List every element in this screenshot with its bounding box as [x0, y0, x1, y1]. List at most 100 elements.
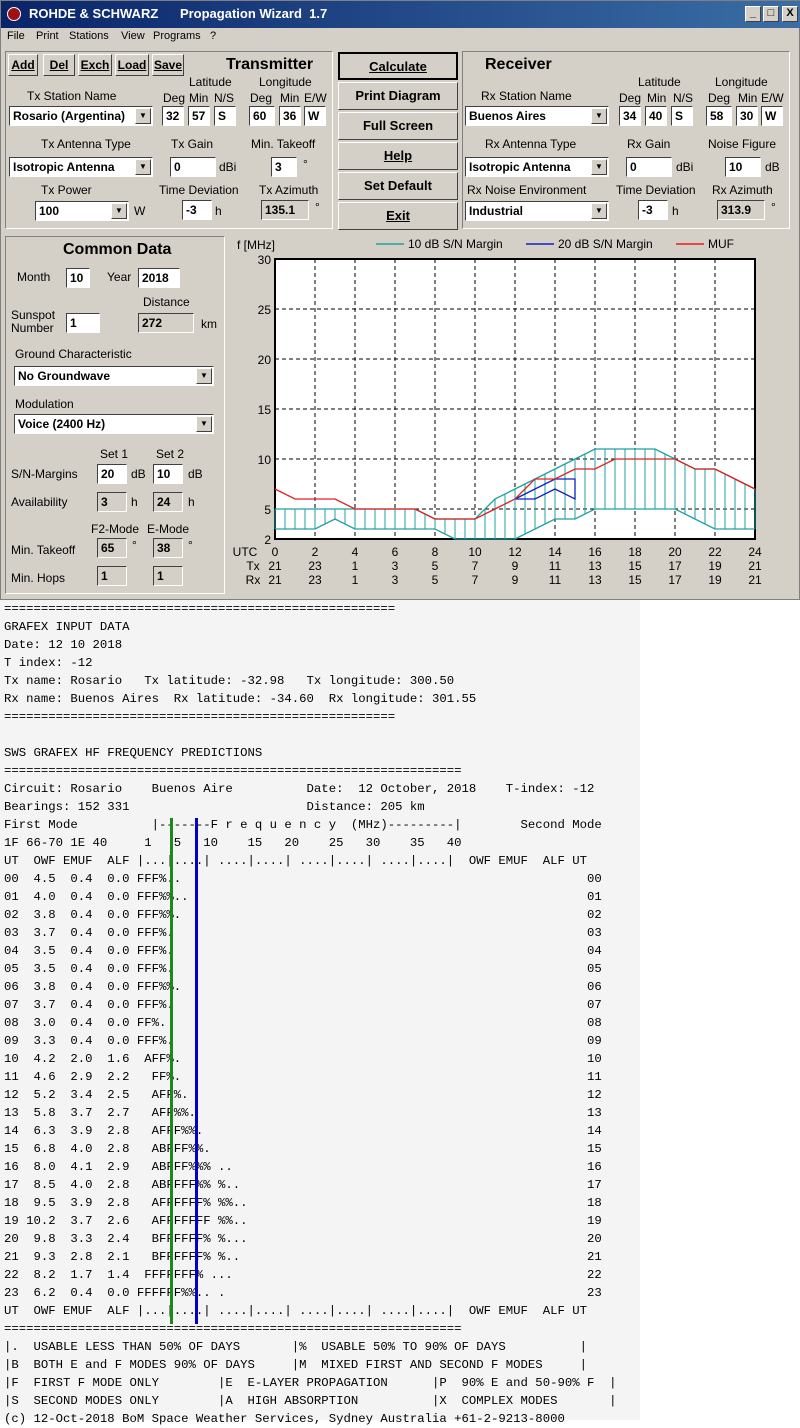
sn2-unit: dB — [188, 467, 203, 481]
full-screen-button[interactable]: Full Screen — [338, 112, 458, 140]
legend-label: MUF — [708, 237, 734, 251]
month-input[interactable]: 10 — [66, 268, 90, 288]
grafex-report-text: ========================================… — [4, 600, 617, 1428]
rx-timedev-input[interactable]: -3 — [638, 200, 668, 220]
report-line: SWS GRAFEX HF FREQUENCY PREDICTIONS — [4, 746, 263, 760]
calculate-button[interactable]: Calculate — [338, 52, 458, 80]
tx-latitude-label: Latitude — [189, 75, 232, 89]
sn-margin-set2-input[interactable]: 10 — [153, 464, 183, 484]
x-tick-tx: 11 — [549, 559, 562, 573]
menu-programs[interactable]: Programs — [153, 30, 201, 42]
chevron-down-icon[interactable]: ▼ — [135, 108, 151, 124]
tx-lon-deg-input[interactable]: 60 — [249, 106, 275, 126]
close-button[interactable]: X — [782, 6, 798, 22]
report-line: 1F 66-70 1E 40 1 5 10 15 20 25 30 35 40 — [4, 836, 462, 850]
rx-gain-input[interactable]: 0 — [626, 157, 672, 177]
rx-station-dropdown[interactable]: Buenos Aires ▼ — [465, 106, 609, 126]
x-tick-tx: 7 — [472, 559, 479, 573]
propagation-chart: 302520151052f [MHz]UTCTxRx02121223234116… — [233, 237, 762, 587]
chevron-down-icon[interactable]: ▼ — [196, 416, 212, 432]
x-row-utc-label: UTC — [233, 545, 258, 559]
chevron-down-icon[interactable]: ▼ — [111, 203, 127, 219]
y-tick-label: 10 — [258, 453, 272, 467]
minimize-button[interactable]: _ — [745, 6, 761, 22]
set-default-button[interactable]: Set Default — [338, 172, 458, 200]
rx-antenna-value: Isotropic Antenna — [469, 160, 571, 174]
rx-noise-unit: dB — [765, 160, 780, 174]
ground-dropdown[interactable]: No Groundwave ▼ — [14, 366, 214, 386]
menu-view[interactable]: View — [121, 30, 145, 42]
rx-azimuth-value: 313.9 — [717, 200, 765, 220]
tx-ew-input[interactable]: W — [304, 106, 326, 126]
chevron-down-icon[interactable]: ▼ — [591, 203, 607, 219]
rx-antenna-dropdown[interactable]: Isotropic Antenna ▼ — [465, 157, 609, 177]
rx-lat-deg-input[interactable]: 34 — [619, 106, 641, 126]
x-tick-utc: 24 — [748, 545, 762, 559]
maximize-button[interactable]: □ — [763, 6, 779, 22]
tx-power-dropdown[interactable]: 100 ▼ — [35, 201, 129, 221]
exit-button[interactable]: Exit — [338, 202, 458, 230]
availability-label: Availability — [11, 495, 68, 509]
tx-station-dropdown[interactable]: Rosario (Argentina) ▼ — [9, 106, 153, 126]
report-line: 02 3.8 0.4 0.0 FFF%%. 02 — [4, 908, 602, 922]
tx-lon-deg-label: Deg — [250, 91, 273, 105]
distance-value: 272 — [138, 313, 194, 333]
sn-margin-set1-input[interactable]: 20 — [97, 464, 127, 484]
tx-lat-min-input[interactable]: 57 — [188, 106, 210, 126]
x-tick-utc: 18 — [628, 545, 642, 559]
exchange-button[interactable]: Exch — [78, 54, 112, 76]
f2-hops-value: 1 — [97, 566, 127, 586]
report-line: 18 9.5 3.9 2.8 AFFFFFF% %%.. 18 — [4, 1196, 602, 1210]
menu-help[interactable]: ? — [210, 30, 216, 42]
tx-gain-input[interactable]: 0 — [170, 157, 216, 177]
delete-button[interactable]: Del — [43, 54, 75, 76]
tx-azimuth-value: 135.1 — [261, 200, 309, 220]
distance-unit: km — [201, 317, 217, 331]
tx-power-unit: W — [134, 204, 146, 218]
rx-env-dropdown[interactable]: Industrial ▼ — [465, 201, 609, 221]
rx-latitude-label: Latitude — [638, 75, 681, 89]
sunspot-input[interactable]: 1 — [66, 313, 100, 333]
add-button[interactable]: Add — [8, 54, 38, 76]
tx-antenna-dropdown[interactable]: Isotropic Antenna ▼ — [9, 157, 153, 177]
y-axis-label: f [MHz] — [237, 238, 275, 252]
tx-takeoff-input[interactable]: 3 — [271, 157, 297, 177]
rx-longitude-label: Longitude — [715, 75, 768, 89]
chevron-down-icon[interactable]: ▼ — [196, 368, 212, 384]
rx-ns-input[interactable]: S — [671, 106, 693, 126]
help-button[interactable]: Help — [338, 142, 458, 170]
menu-print[interactable]: Print — [36, 30, 59, 42]
chevron-down-icon[interactable]: ▼ — [135, 159, 151, 175]
report-line: 16 8.0 4.1 2.9 ABFFF%%% .. 16 — [4, 1160, 602, 1174]
x-tick-tx: 15 — [628, 559, 642, 573]
rx-lon-deg-input[interactable]: 58 — [706, 106, 732, 126]
x-tick-rx: 5 — [432, 573, 439, 587]
rx-lon-min-input[interactable]: 30 — [736, 106, 758, 126]
tx-station-value: Rosario (Argentina) — [13, 109, 126, 123]
print-diagram-button[interactable]: Print Diagram — [338, 82, 458, 110]
tx-ns-input[interactable]: S — [214, 106, 236, 126]
rx-noise-input[interactable]: 10 — [725, 157, 761, 177]
report-line: 01 4.0 0.4 0.0 FFF%%.. 01 — [4, 890, 602, 904]
menu-file[interactable]: File — [7, 30, 25, 42]
load-button[interactable]: Load — [115, 54, 149, 76]
menu-stations[interactable]: Stations — [69, 30, 109, 42]
report-line: ========================================… — [4, 1322, 462, 1336]
tx-lat-min-label: Min — [189, 91, 209, 105]
modulation-dropdown[interactable]: Voice (2400 Hz) ▼ — [14, 414, 214, 434]
sunspot-label-line1: Sunspot — [11, 308, 56, 322]
save-button[interactable]: Save — [152, 54, 184, 76]
rx-gain-label: Rx Gain — [627, 137, 671, 151]
tx-lon-min-input[interactable]: 36 — [279, 106, 301, 126]
rx-lat-min-input[interactable]: 40 — [645, 106, 667, 126]
year-input[interactable]: 2018 — [138, 268, 180, 288]
tx-azimuth-unit: ° — [315, 200, 320, 214]
rx-ew-input[interactable]: W — [761, 106, 783, 126]
tx-timedev-input[interactable]: -3 — [182, 200, 212, 220]
chevron-down-icon[interactable]: ▼ — [591, 108, 607, 124]
chevron-down-icon[interactable]: ▼ — [591, 159, 607, 175]
sunspot-label-line2: Number — [11, 321, 54, 335]
report-line: 06 3.8 0.4 0.0 FFF%%. 06 — [4, 980, 602, 994]
tx-lat-deg-input[interactable]: 32 — [162, 106, 184, 126]
x-tick-rx: 13 — [588, 573, 602, 587]
